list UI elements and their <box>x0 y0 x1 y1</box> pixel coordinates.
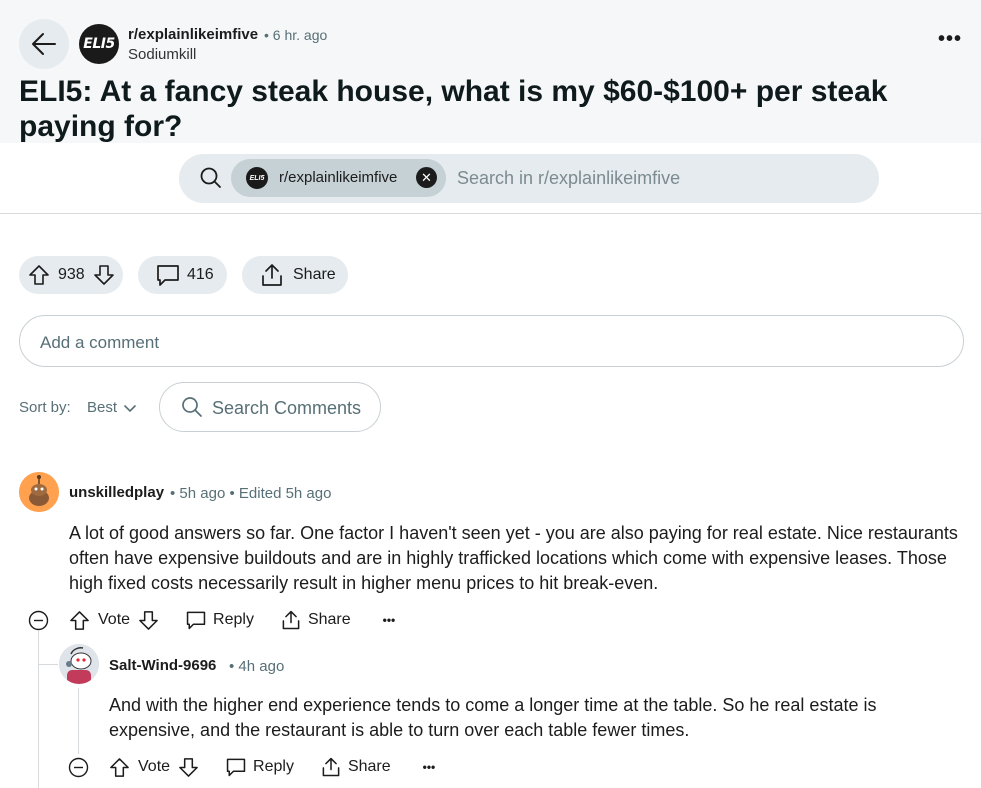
post-title: ELI5: At a fancy steak house, what is my… <box>19 75 888 143</box>
share-label: Share <box>347 758 391 775</box>
subreddit-chip-logo: ELI5 <box>246 167 268 189</box>
thread-line <box>38 631 39 788</box>
search-icon <box>200 167 221 188</box>
comment-actions: Vote Reply Share ••• <box>28 606 395 634</box>
comment-count: 416 <box>187 266 214 283</box>
post-author[interactable]: Sodiumkill <box>128 46 196 63</box>
comments-button[interactable]: 416 <box>138 256 227 294</box>
add-comment-input[interactable] <box>19 315 964 367</box>
remove-chip-icon[interactable]: ✕ <box>416 167 437 188</box>
share-button[interactable]: Share <box>280 609 351 631</box>
downvote-icon[interactable] <box>138 610 159 631</box>
sort-label: Sort by: <box>19 399 71 416</box>
more-options-icon[interactable]: ••• <box>938 28 962 51</box>
upvote-icon[interactable] <box>109 757 130 778</box>
share-label: Share <box>293 266 336 283</box>
post-time: • 6 hr. ago <box>264 27 328 43</box>
share-button[interactable]: Share <box>242 256 348 294</box>
avatar[interactable] <box>19 472 59 512</box>
thread-line-branch <box>38 664 58 665</box>
comment-body: A lot of good answers so far. One factor… <box>69 523 958 593</box>
search-comments-placeholder: Search Comments <box>212 398 362 418</box>
snoo-avatar-icon <box>59 644 99 684</box>
comment-icon <box>157 265 179 286</box>
subreddit-logo[interactable]: ELI5 <box>79 24 119 64</box>
reply-button[interactable]: Reply <box>185 609 254 631</box>
comment-author[interactable]: unskilledplay <box>69 484 164 501</box>
share-icon <box>262 264 282 286</box>
downvote-icon[interactable] <box>93 264 115 286</box>
more-options-icon[interactable]: ••• <box>383 613 396 627</box>
vote-label: Vote <box>138 758 171 775</box>
add-comment-placeholder: Add a comment <box>40 333 160 352</box>
vote-count: 938 <box>58 266 85 283</box>
vote-label: Vote <box>98 611 131 628</box>
arrow-left-icon <box>32 33 56 55</box>
share-button[interactable]: Share <box>320 756 391 778</box>
reply-label: Reply <box>253 758 294 775</box>
snoo-avatar-icon <box>19 472 59 512</box>
comment-author[interactable]: Salt-Wind-9696 <box>109 657 216 674</box>
chevron-down-icon <box>124 405 136 413</box>
sort-dropdown[interactable]: Best <box>87 395 141 421</box>
downvote-icon[interactable] <box>178 757 199 778</box>
upvote-icon[interactable] <box>28 264 50 286</box>
search-icon <box>182 397 202 417</box>
comment-icon <box>186 611 206 630</box>
collapse-icon[interactable] <box>28 610 49 631</box>
subreddit-chip-label: r/explainlikeimfive <box>279 169 398 186</box>
avatar[interactable] <box>59 644 99 684</box>
share-icon <box>282 610 300 630</box>
upvote-icon[interactable] <box>69 610 90 631</box>
subreddit-name[interactable]: r/explainlikeimfive <box>128 26 258 43</box>
comment-body: And with the higher end experience tends… <box>109 695 877 740</box>
comment-icon <box>226 758 246 777</box>
search-placeholder: Search in r/explainlikeimfive <box>457 168 681 188</box>
comment-meta: • 5h ago • Edited 5h ago <box>170 485 332 502</box>
comment-actions: Vote Reply Share ••• <box>68 753 435 781</box>
thread-line <box>78 688 79 754</box>
share-label: Share <box>307 611 351 628</box>
reply-button[interactable]: Reply <box>225 756 294 778</box>
reply-label: Reply <box>213 611 254 628</box>
back-button[interactable] <box>19 19 69 69</box>
vote-bar: 938 <box>19 256 123 294</box>
more-options-icon[interactable]: ••• <box>423 760 436 774</box>
collapse-icon[interactable] <box>68 757 89 778</box>
sort-value: Best <box>87 399 118 416</box>
comment-meta: • 4h ago <box>229 658 285 675</box>
share-icon <box>322 757 340 777</box>
